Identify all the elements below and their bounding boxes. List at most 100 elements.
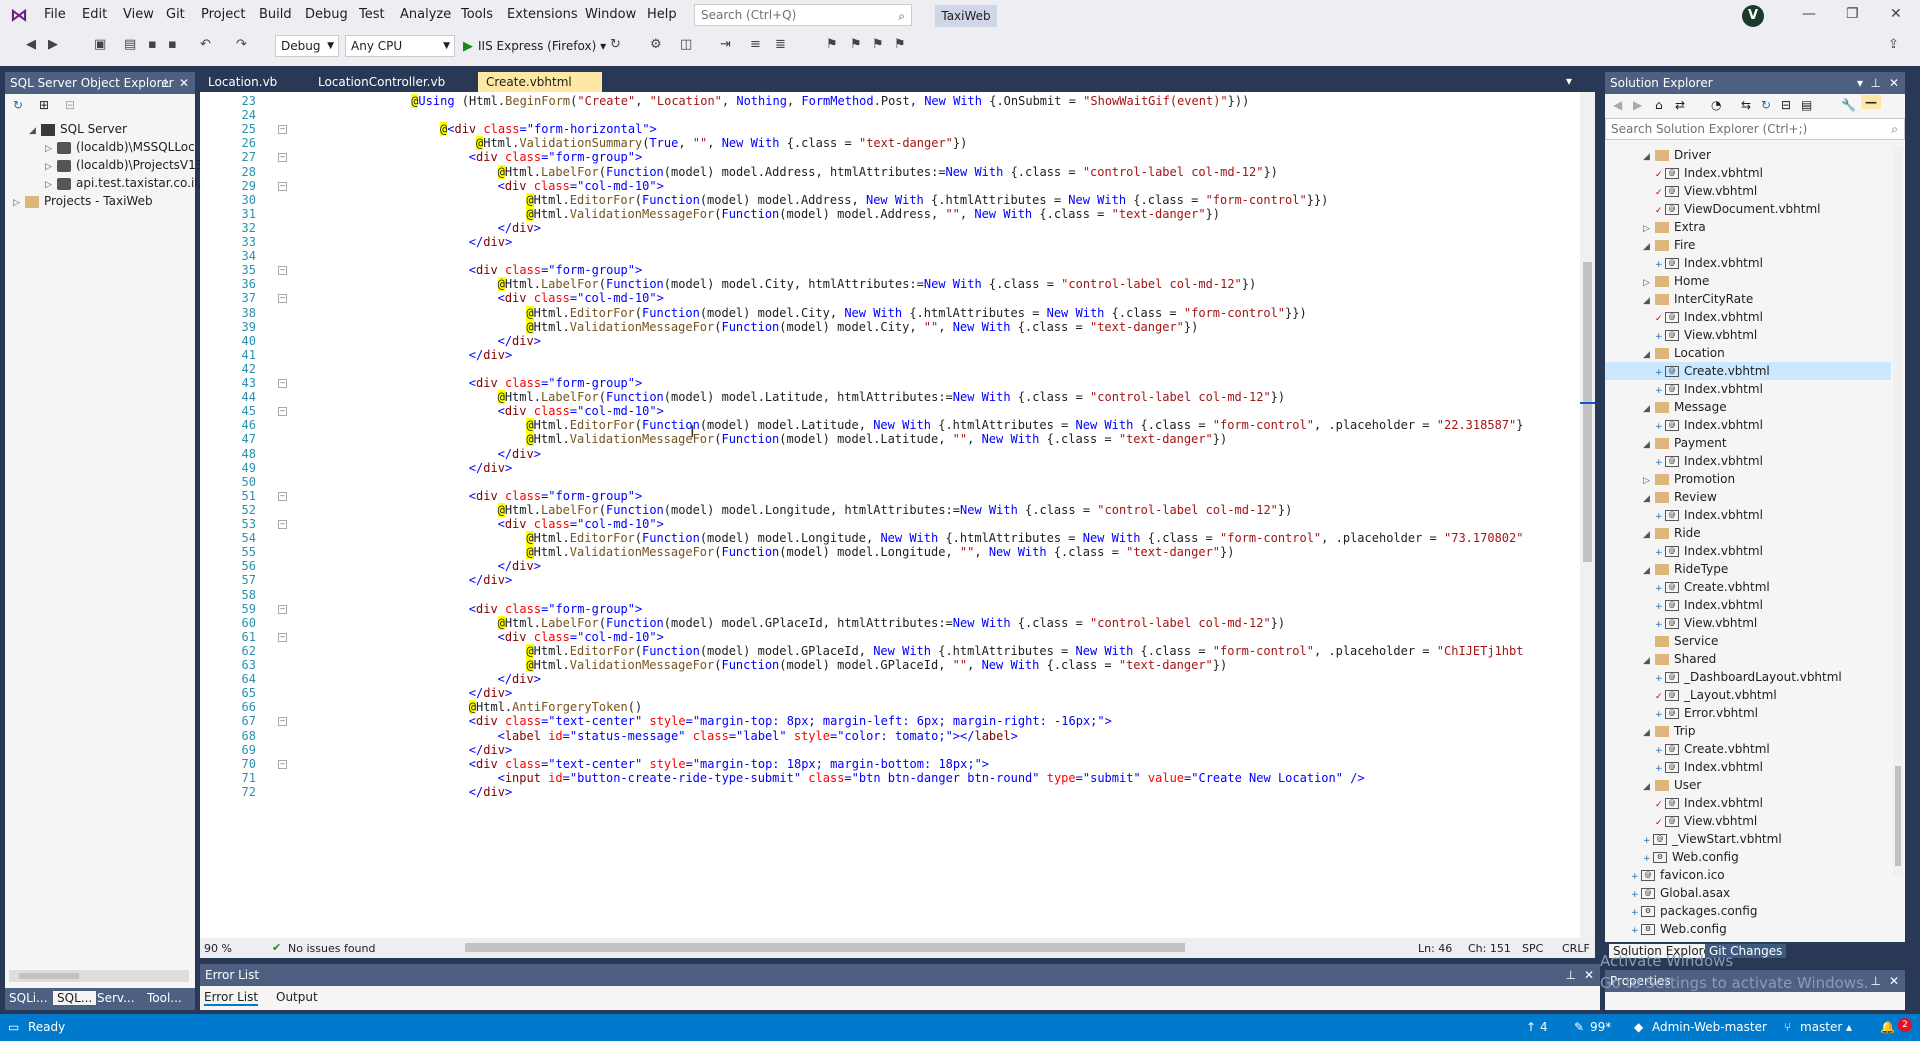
- tree-item[interactable]: ▷ (localdb)\ProjectsV13: [13, 156, 203, 174]
- chevron-up-icon[interactable]: ▴: [1846, 1020, 1852, 1034]
- file-item[interactable]: + @ favicon.ico: [1605, 866, 1891, 884]
- forward-icon[interactable]: ▶: [48, 37, 58, 52]
- fold-toggle-icon[interactable]: −: [278, 125, 287, 135]
- expanded-arrow-icon[interactable]: ◢: [1643, 652, 1655, 670]
- menu-item-debug[interactable]: Debug: [305, 7, 348, 22]
- pending-changes-icon[interactable]: ◔: [1711, 98, 1721, 112]
- notification-icon[interactable]: 🔔: [1880, 1020, 1895, 1034]
- file-item[interactable]: + ⚙ packages.config: [1605, 902, 1891, 920]
- zoom-level[interactable]: 90 %: [204, 942, 232, 955]
- show-all-files-icon[interactable]: ▤: [1801, 98, 1812, 112]
- file-item[interactable]: + @ Create.vbhtml: [1605, 578, 1891, 596]
- visual-studio-logo-icon[interactable]: ⋈: [10, 6, 32, 26]
- comment-icon[interactable]: ≣: [775, 37, 786, 52]
- vertical-scrollbar[interactable]: [1893, 146, 1903, 876]
- scroll-thumb[interactable]: [1895, 766, 1901, 866]
- properties-icon[interactable]: 🔧: [1841, 98, 1856, 112]
- file-item[interactable]: + ⚙ Web.config: [1605, 920, 1891, 938]
- add-server-icon[interactable]: ⊞: [39, 98, 49, 112]
- file-item[interactable]: + @ _ViewStart.vbhtml: [1605, 830, 1891, 848]
- expanded-arrow-icon[interactable]: ◢: [1643, 148, 1655, 166]
- home-icon[interactable]: ⌂: [1655, 98, 1663, 112]
- file-item[interactable]: + @ Index.vbhtml: [1605, 758, 1891, 776]
- file-item[interactable]: + @ Index.vbhtml: [1605, 542, 1891, 560]
- repository-name[interactable]: Admin-Web-master: [1652, 1020, 1767, 1034]
- folder-item[interactable]: ◢ Payment: [1605, 434, 1891, 452]
- tab-editor[interactable]: LocationController.vb: [310, 72, 476, 92]
- menu-item-window[interactable]: Window: [585, 7, 636, 22]
- file-item[interactable]: ✓ @ Index.vbhtml: [1605, 164, 1891, 182]
- expanded-arrow-icon[interactable]: ◢: [1643, 562, 1655, 580]
- tab-editor[interactable]: Location.vb: [200, 72, 308, 92]
- bookmark-icon[interactable]: ⚑: [826, 37, 838, 52]
- file-item[interactable]: ✓ @ ViewDocument.vbhtml: [1605, 200, 1891, 218]
- tab-editor[interactable]: Create.vbhtml ⊣ ✕: [478, 72, 602, 109]
- file-item[interactable]: ✓ @ Index.vbhtml: [1605, 794, 1891, 812]
- whitespace-mode[interactable]: SPC: [1522, 942, 1543, 955]
- folder-item[interactable]: ◢ Fire: [1605, 236, 1891, 254]
- folder-item[interactable]: ▷ Home: [1605, 272, 1891, 290]
- search-icon[interactable]: ⌕: [898, 6, 905, 26]
- file-item[interactable]: + @ Index.vbhtml: [1605, 596, 1891, 614]
- live-share-icon[interactable]: ⇪: [1888, 37, 1899, 52]
- menu-item-test[interactable]: Test: [359, 7, 385, 22]
- folder-item[interactable]: ◢ RideType: [1605, 560, 1891, 578]
- tab-output[interactable]: Output: [276, 990, 318, 1004]
- pencil-icon[interactable]: ✎: [1574, 1020, 1584, 1034]
- tree-item[interactable]: ◢ SQL Server: [13, 120, 195, 138]
- close-icon[interactable]: ✕: [1584, 964, 1594, 986]
- fold-toggle-icon[interactable]: −: [278, 491, 287, 501]
- minimize-icon[interactable]: —: [1802, 6, 1816, 22]
- pin-icon[interactable]: ⊥: [161, 72, 171, 94]
- tree-item[interactable]: ▷ (localdb)\MSSQLLoc: [13, 138, 195, 156]
- menu-item-analyze[interactable]: Analyze: [400, 7, 451, 22]
- back-icon[interactable]: ◀: [1613, 98, 1622, 112]
- fold-toggle-icon[interactable]: −: [278, 520, 287, 529]
- file-item[interactable]: ✓ @ View.vbhtml: [1605, 812, 1891, 830]
- file-item[interactable]: + @ Index.vbhtml: [1605, 506, 1891, 524]
- fold-toggle-icon[interactable]: −: [278, 759, 287, 769]
- file-item[interactable]: + @ View.vbhtml: [1605, 614, 1891, 632]
- vertical-scrollbar[interactable]: [1580, 92, 1595, 938]
- collapsed-arrow-icon[interactable]: ▷: [13, 194, 25, 212]
- tab-left-panel[interactable]: SQLi...: [9, 991, 48, 1005]
- changes-count[interactable]: 99*: [1590, 1020, 1611, 1034]
- expanded-arrow-icon[interactable]: ◢: [1643, 724, 1655, 742]
- expanded-arrow-icon[interactable]: ◢: [1643, 526, 1655, 544]
- browser-link-icon[interactable]: ⚙: [650, 37, 662, 52]
- file-item[interactable]: + @ Index.vbhtml: [1605, 452, 1891, 470]
- save-all-icon[interactable]: ▪: [168, 37, 177, 52]
- tree-item[interactable]: ▷ Projects - TaxiWeb: [13, 192, 195, 210]
- folder-item[interactable]: ◢ Location: [1605, 344, 1891, 362]
- file-item[interactable]: + @ Error.vbhtml: [1605, 704, 1891, 722]
- fold-toggle-icon[interactable]: −: [278, 717, 287, 727]
- expanded-arrow-icon[interactable]: ◢: [1643, 778, 1655, 796]
- screenshot-icon[interactable]: ◫: [680, 37, 692, 52]
- tab-left-panel[interactable]: Serv...: [97, 991, 135, 1005]
- file-item[interactable]: + @ Create.vbhtml: [1605, 362, 1891, 380]
- configuration-select[interactable]: Debug ▼: [275, 35, 339, 57]
- arrow-up-icon[interactable]: ↑: [1526, 1020, 1536, 1034]
- close-icon[interactable]: ✕: [1889, 72, 1899, 94]
- file-item[interactable]: ✓ @ _Layout.vbhtml: [1605, 686, 1891, 704]
- folder-item[interactable]: ◢ Shared: [1605, 650, 1891, 668]
- file-item[interactable]: + @ Create.vbhtml: [1605, 740, 1891, 758]
- menu-item-git[interactable]: Git: [166, 7, 185, 22]
- repo-icon[interactable]: ◆: [1634, 1020, 1643, 1034]
- folder-item[interactable]: ◢ Driver: [1605, 146, 1891, 164]
- issues-status[interactable]: No issues found: [288, 942, 375, 955]
- disconnect-icon[interactable]: ⊟: [65, 98, 75, 112]
- scroll-thumb[interactable]: [1583, 262, 1592, 562]
- expanded-arrow-icon[interactable]: ◢: [1643, 292, 1655, 310]
- horizontal-scrollbar[interactable]: [465, 943, 1185, 952]
- avatar[interactable]: V: [1742, 5, 1764, 27]
- fold-toggle-icon[interactable]: −: [278, 266, 287, 276]
- code-editor[interactable]: 23 @Using (Html.BeginForm("Create", "Loca…: [200, 92, 1595, 938]
- menu-item-extensions[interactable]: Extensions: [507, 7, 578, 22]
- expanded-arrow-icon[interactable]: ◢: [29, 122, 41, 140]
- menu-item-build[interactable]: Build: [259, 7, 292, 22]
- file-item[interactable]: + @ _DashboardLayout.vbhtml: [1605, 668, 1891, 686]
- fold-toggle-icon[interactable]: −: [278, 181, 287, 191]
- folder-item[interactable]: ◢ InterCityRate: [1605, 290, 1891, 308]
- file-item[interactable]: + @ Index.vbhtml: [1605, 254, 1891, 272]
